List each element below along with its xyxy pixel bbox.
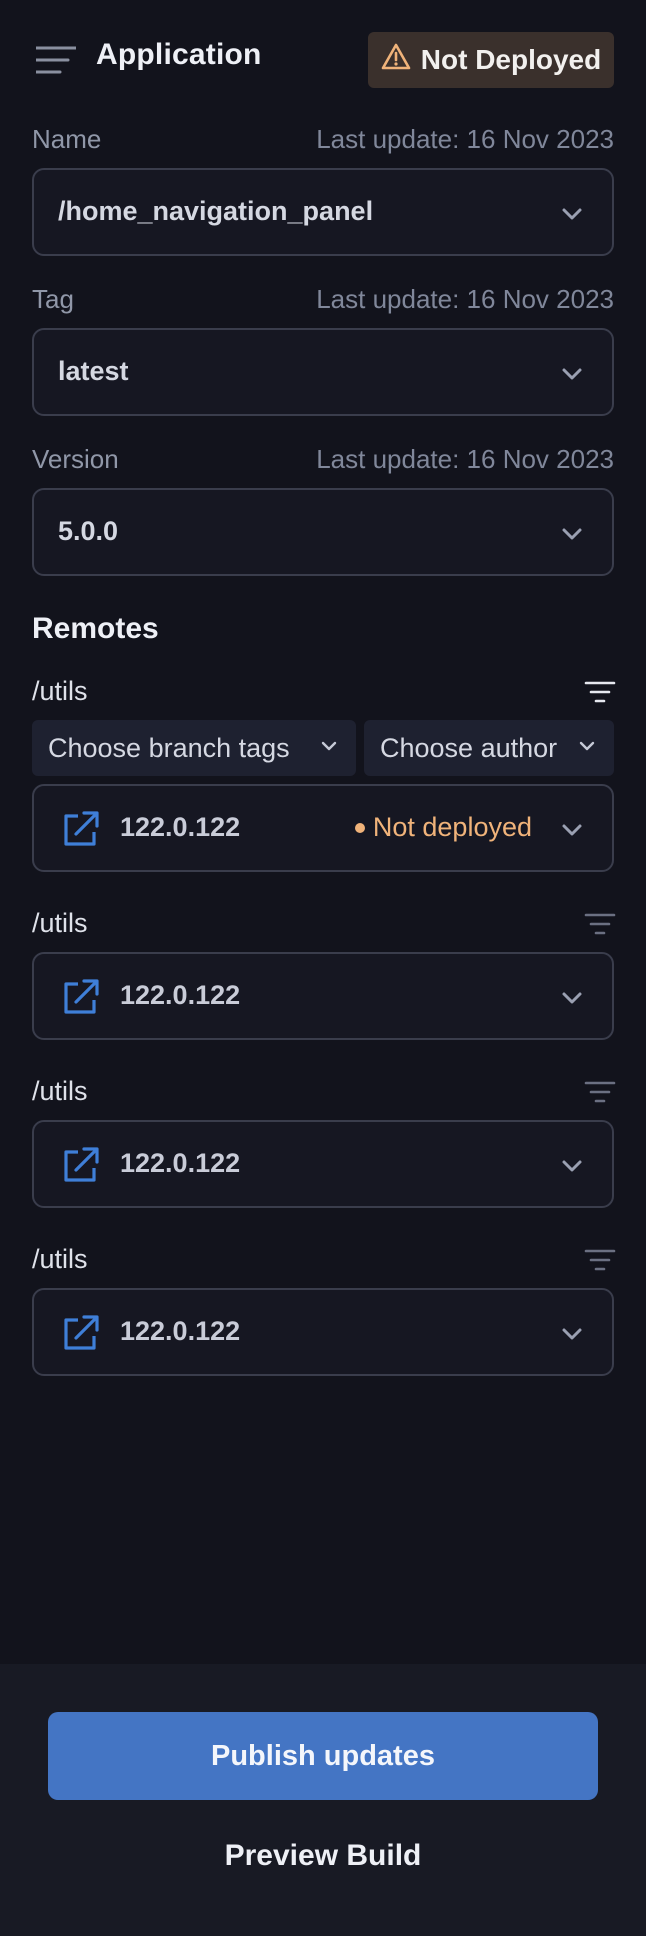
branch-tags-filter[interactable]: Choose branch tags — [32, 720, 356, 776]
chevron-down-icon — [558, 1152, 586, 1180]
external-link-icon[interactable] — [60, 1312, 102, 1354]
page-title: Application — [96, 38, 262, 71]
remote-row[interactable]: 122.0.122 — [32, 1120, 614, 1208]
remote-row[interactable]: 122.0.122 — [32, 952, 614, 1040]
remote-path: /utils — [32, 1076, 88, 1106]
remote-path: /utils — [32, 676, 88, 706]
version-label: Version — [32, 444, 119, 474]
status-badge-label: Not Deployed — [420, 44, 602, 75]
version-select-value: 5.0.0 — [58, 516, 119, 546]
warning-icon — [381, 43, 411, 78]
chevron-down-icon — [558, 984, 586, 1012]
external-link-icon[interactable] — [60, 976, 102, 1018]
chevron-down-icon — [576, 733, 598, 764]
tag-select[interactable]: latest — [32, 328, 614, 416]
name-select[interactable]: /home_navigation_panel — [32, 168, 614, 256]
version-select[interactable]: 5.0.0 — [32, 488, 614, 576]
name-label: Name — [32, 124, 102, 154]
external-link-icon[interactable] — [60, 1144, 102, 1186]
version-last-update: Last update: 16 Nov 2023 — [316, 444, 614, 474]
tag-select-value: latest — [58, 356, 129, 386]
chevron-down-icon — [558, 816, 586, 844]
status-dot-icon — [354, 822, 365, 833]
remote-row[interactable]: 122.0.122 — [32, 1288, 614, 1376]
hamburger-menu-icon[interactable] — [34, 44, 78, 76]
name-last-update: Last update: 16 Nov 2023 — [316, 124, 614, 154]
remote-version: 122.0.122 — [120, 980, 241, 1010]
filter-icon[interactable] — [584, 1080, 616, 1104]
deploy-status-label: Not deployed — [372, 812, 532, 842]
filter-icon[interactable] — [584, 680, 616, 704]
chevron-down-icon — [558, 200, 586, 228]
remote-row[interactable]: 122.0.122 Not deployed — [32, 784, 614, 872]
remote-version: 122.0.122 — [120, 812, 241, 842]
chevron-down-icon — [558, 520, 586, 548]
remote-path: /utils — [32, 1244, 88, 1274]
name-select-value: /home_navigation_panel — [58, 196, 374, 226]
author-filter-label: Choose author — [380, 732, 558, 763]
remote-version: 122.0.122 — [120, 1316, 241, 1346]
deploy-status: Not deployed — [354, 812, 532, 843]
remote-version: 122.0.122 — [120, 1148, 241, 1178]
chevron-down-icon — [558, 1320, 586, 1348]
remote-path: /utils — [32, 908, 88, 938]
remotes-title: Remotes — [32, 612, 159, 645]
chevron-down-icon — [318, 733, 340, 764]
footer-actions: Publish updates Preview Build — [0, 1664, 646, 1936]
filter-icon[interactable] — [584, 912, 616, 936]
status-badge: Not Deployed — [368, 32, 614, 88]
preview-build-button[interactable]: Preview Build — [0, 1828, 646, 1884]
tag-last-update: Last update: 16 Nov 2023 — [316, 284, 614, 314]
filter-icon[interactable] — [584, 1248, 616, 1272]
publish-updates-button[interactable]: Publish updates — [48, 1712, 598, 1800]
chevron-down-icon — [558, 360, 586, 388]
tag-label: Tag — [32, 284, 74, 314]
external-link-icon[interactable] — [60, 808, 102, 850]
author-filter[interactable]: Choose author — [364, 720, 614, 776]
branch-tags-filter-label: Choose branch tags — [48, 732, 290, 763]
